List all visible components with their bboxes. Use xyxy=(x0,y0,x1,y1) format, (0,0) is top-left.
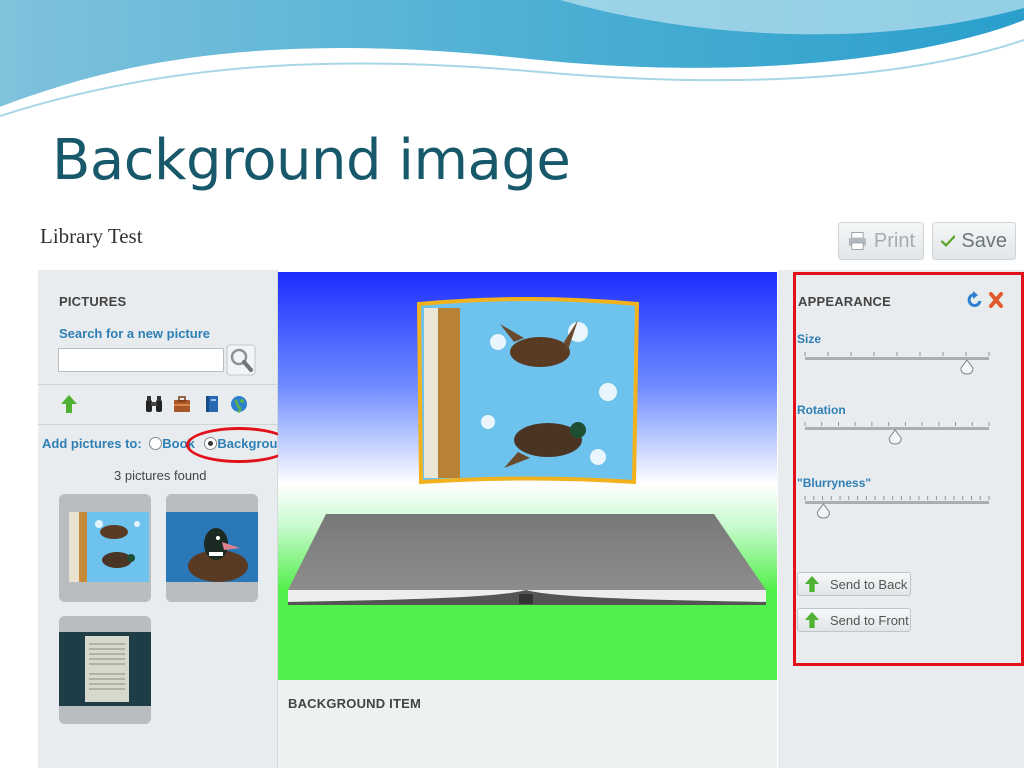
send-to-front-label: Send to Front xyxy=(830,612,909,628)
briefcase-icon[interactable] xyxy=(173,394,191,414)
background-item-panel: BACKGROUND ITEM xyxy=(278,680,777,768)
up-arrow-icon xyxy=(804,612,820,628)
print-label: Print xyxy=(873,229,915,252)
background-image-card[interactable] xyxy=(416,297,640,485)
save-label: Save xyxy=(961,229,1007,252)
book-radio[interactable] xyxy=(149,437,163,450)
up-arrow-icon xyxy=(804,576,820,592)
background-radio[interactable] xyxy=(204,437,218,450)
globe-icon[interactable] xyxy=(230,394,248,414)
slider-track[interactable] xyxy=(805,501,989,504)
option-book[interactable]: Book xyxy=(149,436,198,451)
slider-handle[interactable] xyxy=(888,429,902,445)
send-to-front-button[interactable]: Send to Front xyxy=(797,608,911,632)
add-pictures-row: Add pictures to: Book Background xyxy=(42,436,293,451)
picture-search-input[interactable] xyxy=(58,348,224,372)
blurryness-slider[interactable] xyxy=(803,494,991,520)
appearance-title: APPEARANCE xyxy=(798,294,892,309)
checkmark-icon xyxy=(941,235,956,248)
size-slider[interactable] xyxy=(803,350,991,376)
duck-sky-thumbnail-image xyxy=(59,494,151,602)
text-sign-thumbnail-image xyxy=(59,616,151,724)
slide-title: Background image xyxy=(52,128,571,193)
pictures-found-count: 3 pictures found xyxy=(114,468,207,483)
print-button[interactable]: Print xyxy=(838,222,924,260)
duck-portrait-thumbnail-image xyxy=(166,494,258,602)
book-option-label: Book xyxy=(162,436,195,451)
pictures-panel: PICTURES Search for a new picture Add pi… xyxy=(38,270,293,768)
slider-handle[interactable] xyxy=(816,503,830,519)
app-title: Library Test xyxy=(40,224,143,248)
size-slider-label: Size xyxy=(797,332,822,346)
picture-thumbnail[interactable] xyxy=(59,616,151,724)
background-item-title: BACKGROUND ITEM xyxy=(288,696,421,711)
send-to-back-button[interactable]: Send to Back xyxy=(797,572,911,596)
up-arrow-icon[interactable] xyxy=(60,394,78,414)
slider-track[interactable] xyxy=(805,427,989,430)
magnifier-icon[interactable] xyxy=(226,344,256,376)
slider-handle[interactable] xyxy=(960,359,974,375)
add-pictures-label: Add pictures to: xyxy=(42,436,142,451)
search-picture-link[interactable]: Search for a new picture xyxy=(59,326,210,341)
book-icon[interactable] xyxy=(203,394,221,414)
slider-track[interactable] xyxy=(805,357,989,360)
book-scene-canvas[interactable] xyxy=(278,272,777,680)
save-button[interactable]: Save xyxy=(932,222,1016,260)
picture-thumbnail[interactable] xyxy=(59,494,151,602)
blurryness-slider-label: "Blurryness" xyxy=(797,476,872,490)
printer-icon xyxy=(848,231,866,251)
rotation-slider-label: Rotation xyxy=(797,403,846,417)
picture-thumbnail[interactable] xyxy=(166,494,258,602)
send-to-back-label: Send to Back xyxy=(830,576,908,592)
open-book-3d[interactable] xyxy=(288,514,766,605)
pictures-section-title: PICTURES xyxy=(59,294,127,309)
close-icon[interactable] xyxy=(988,291,1004,309)
rotation-slider[interactable] xyxy=(803,420,991,446)
header-wave-decoration xyxy=(0,0,1024,117)
appearance-panel: APPEARANCE Size Rotation "Blurryness" Se… xyxy=(778,270,1024,768)
reset-icon[interactable] xyxy=(966,291,984,309)
binoculars-icon[interactable] xyxy=(145,394,163,414)
